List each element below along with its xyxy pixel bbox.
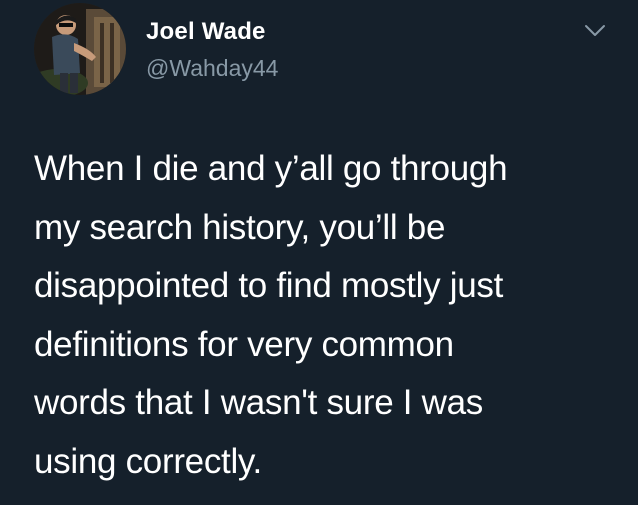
- tweet-text-line: definitions for very common: [34, 324, 454, 364]
- avatar[interactable]: [34, 3, 126, 95]
- chevron-down-icon[interactable]: [584, 24, 606, 38]
- tweet-text-line: using correctly.: [34, 441, 262, 481]
- avatar-photo: [34, 3, 126, 95]
- tweet-text: When I die and y’all go through my searc…: [34, 140, 624, 491]
- display-name[interactable]: Joel Wade: [146, 17, 278, 47]
- tweet-text-line: disappointed to find mostly just: [34, 266, 504, 305]
- tweet-card: Joel Wade @Wahday44 When I die and y’all…: [0, 0, 638, 505]
- tweet-text-line: words that I wasn't sure I was: [34, 383, 483, 422]
- user-handle[interactable]: @Wahday44: [146, 53, 278, 83]
- tweet-text-line: When I die and y’all go through: [34, 149, 508, 188]
- tweet-text-line: my search history, you’ll be: [34, 207, 446, 247]
- tweet-header: Joel Wade @Wahday44: [34, 3, 638, 103]
- author-names: Joel Wade @Wahday44: [146, 17, 278, 83]
